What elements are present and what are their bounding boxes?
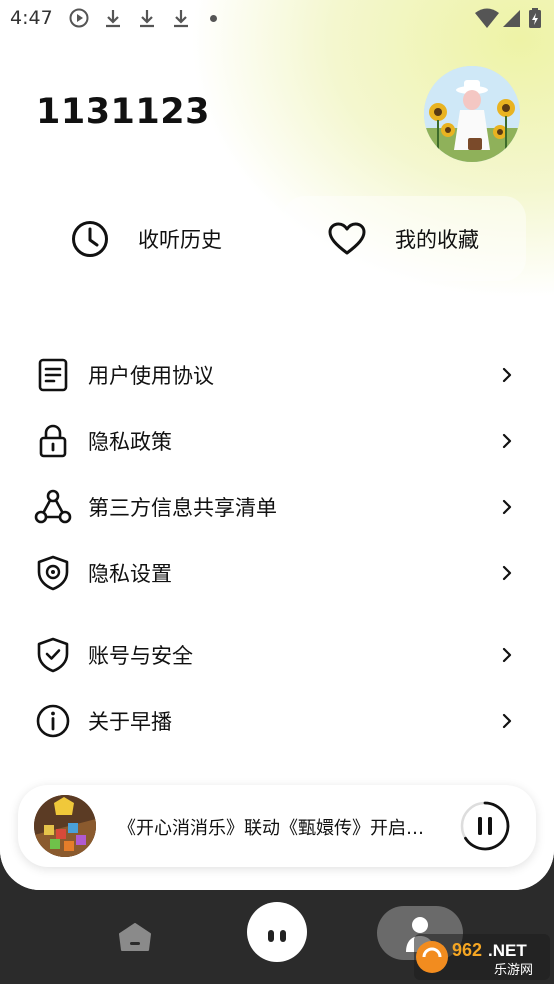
listening-history-button[interactable]: 收听历史 — [28, 196, 271, 281]
download-icon — [106, 10, 120, 28]
cellular-signal-icon — [503, 10, 520, 27]
shield-settings-icon — [37, 555, 69, 591]
chevron-right-icon — [502, 499, 512, 515]
info-icon — [36, 704, 70, 738]
avatar[interactable] — [424, 66, 520, 162]
download-icon — [174, 10, 188, 28]
chevron-right-icon — [502, 367, 512, 383]
clock-icon — [72, 220, 108, 257]
username: 1131123 — [36, 92, 210, 132]
menu-item-privacy-policy[interactable]: 隐私政策 — [0, 412, 554, 470]
play-circle-icon — [69, 8, 89, 28]
discover-tab-button[interactable] — [247, 902, 307, 962]
chevron-right-icon — [502, 713, 512, 729]
wifi-icon — [475, 8, 499, 28]
cover-art-icon — [34, 795, 96, 857]
chevron-right-icon — [502, 647, 512, 663]
home-tab-icon[interactable] — [116, 920, 154, 952]
menu-item-account-security[interactable]: 账号与安全 — [0, 626, 554, 684]
share-network-icon — [34, 489, 72, 524]
watermark-logo: 962 .NET 乐游网 — [414, 934, 550, 980]
svg-text:乐游网: 乐游网 — [494, 963, 533, 978]
heart-icon — [328, 222, 366, 254]
shield-check-icon — [37, 637, 69, 673]
listening-history-label: 收听历史 — [138, 227, 222, 252]
notification-dot-icon — [210, 15, 217, 22]
document-icon — [38, 358, 68, 392]
menu-item-label: 用户使用协议 — [88, 364, 214, 388]
status-bar: 4:47 — [0, 0, 554, 38]
face-eye-icon — [268, 930, 274, 942]
my-favorites-button[interactable]: 我的收藏 — [283, 196, 526, 281]
menu-item-label: 关于早播 — [88, 710, 172, 734]
profile-screen: 4:47 1131123 收听历史 我的收藏 用户使用协议 隐私政策 第三方信息… — [0, 0, 554, 890]
menu-item-user-agreement[interactable]: 用户使用协议 — [0, 346, 554, 404]
menu-item-label: 隐私设置 — [88, 562, 172, 586]
now-playing-title: 《开心消消乐》联动《甄嬛传》开启… — [118, 818, 424, 839]
mini-player[interactable]: 《开心消消乐》联动《甄嬛传》开启… — [18, 785, 536, 867]
menu-item-label: 账号与安全 — [88, 644, 193, 668]
menu-item-label: 第三方信息共享清单 — [88, 496, 277, 520]
menu-item-privacy-settings[interactable]: 隐私设置 — [0, 544, 554, 602]
my-favorites-label: 我的收藏 — [395, 227, 479, 252]
watermark-logo-icon: 962 .NET 乐游网 — [414, 934, 550, 980]
lock-icon — [39, 424, 67, 458]
menu-item-about[interactable]: 关于早播 — [0, 692, 554, 750]
chevron-right-icon — [502, 565, 512, 581]
face-eye-icon — [280, 930, 286, 942]
pause-button[interactable] — [459, 800, 511, 852]
menu-item-third-party-sharing[interactable]: 第三方信息共享清单 — [0, 478, 554, 536]
avatar-illustration-icon — [424, 66, 520, 162]
battery-charging-icon — [529, 8, 541, 28]
download-icon — [140, 10, 154, 28]
status-time: 4:47 — [10, 7, 53, 29]
svg-text:.NET: .NET — [488, 941, 527, 960]
album-cover[interactable] — [34, 795, 96, 857]
svg-text:962: 962 — [452, 940, 482, 960]
menu-item-label: 隐私政策 — [88, 430, 172, 454]
chevron-right-icon — [502, 433, 512, 449]
